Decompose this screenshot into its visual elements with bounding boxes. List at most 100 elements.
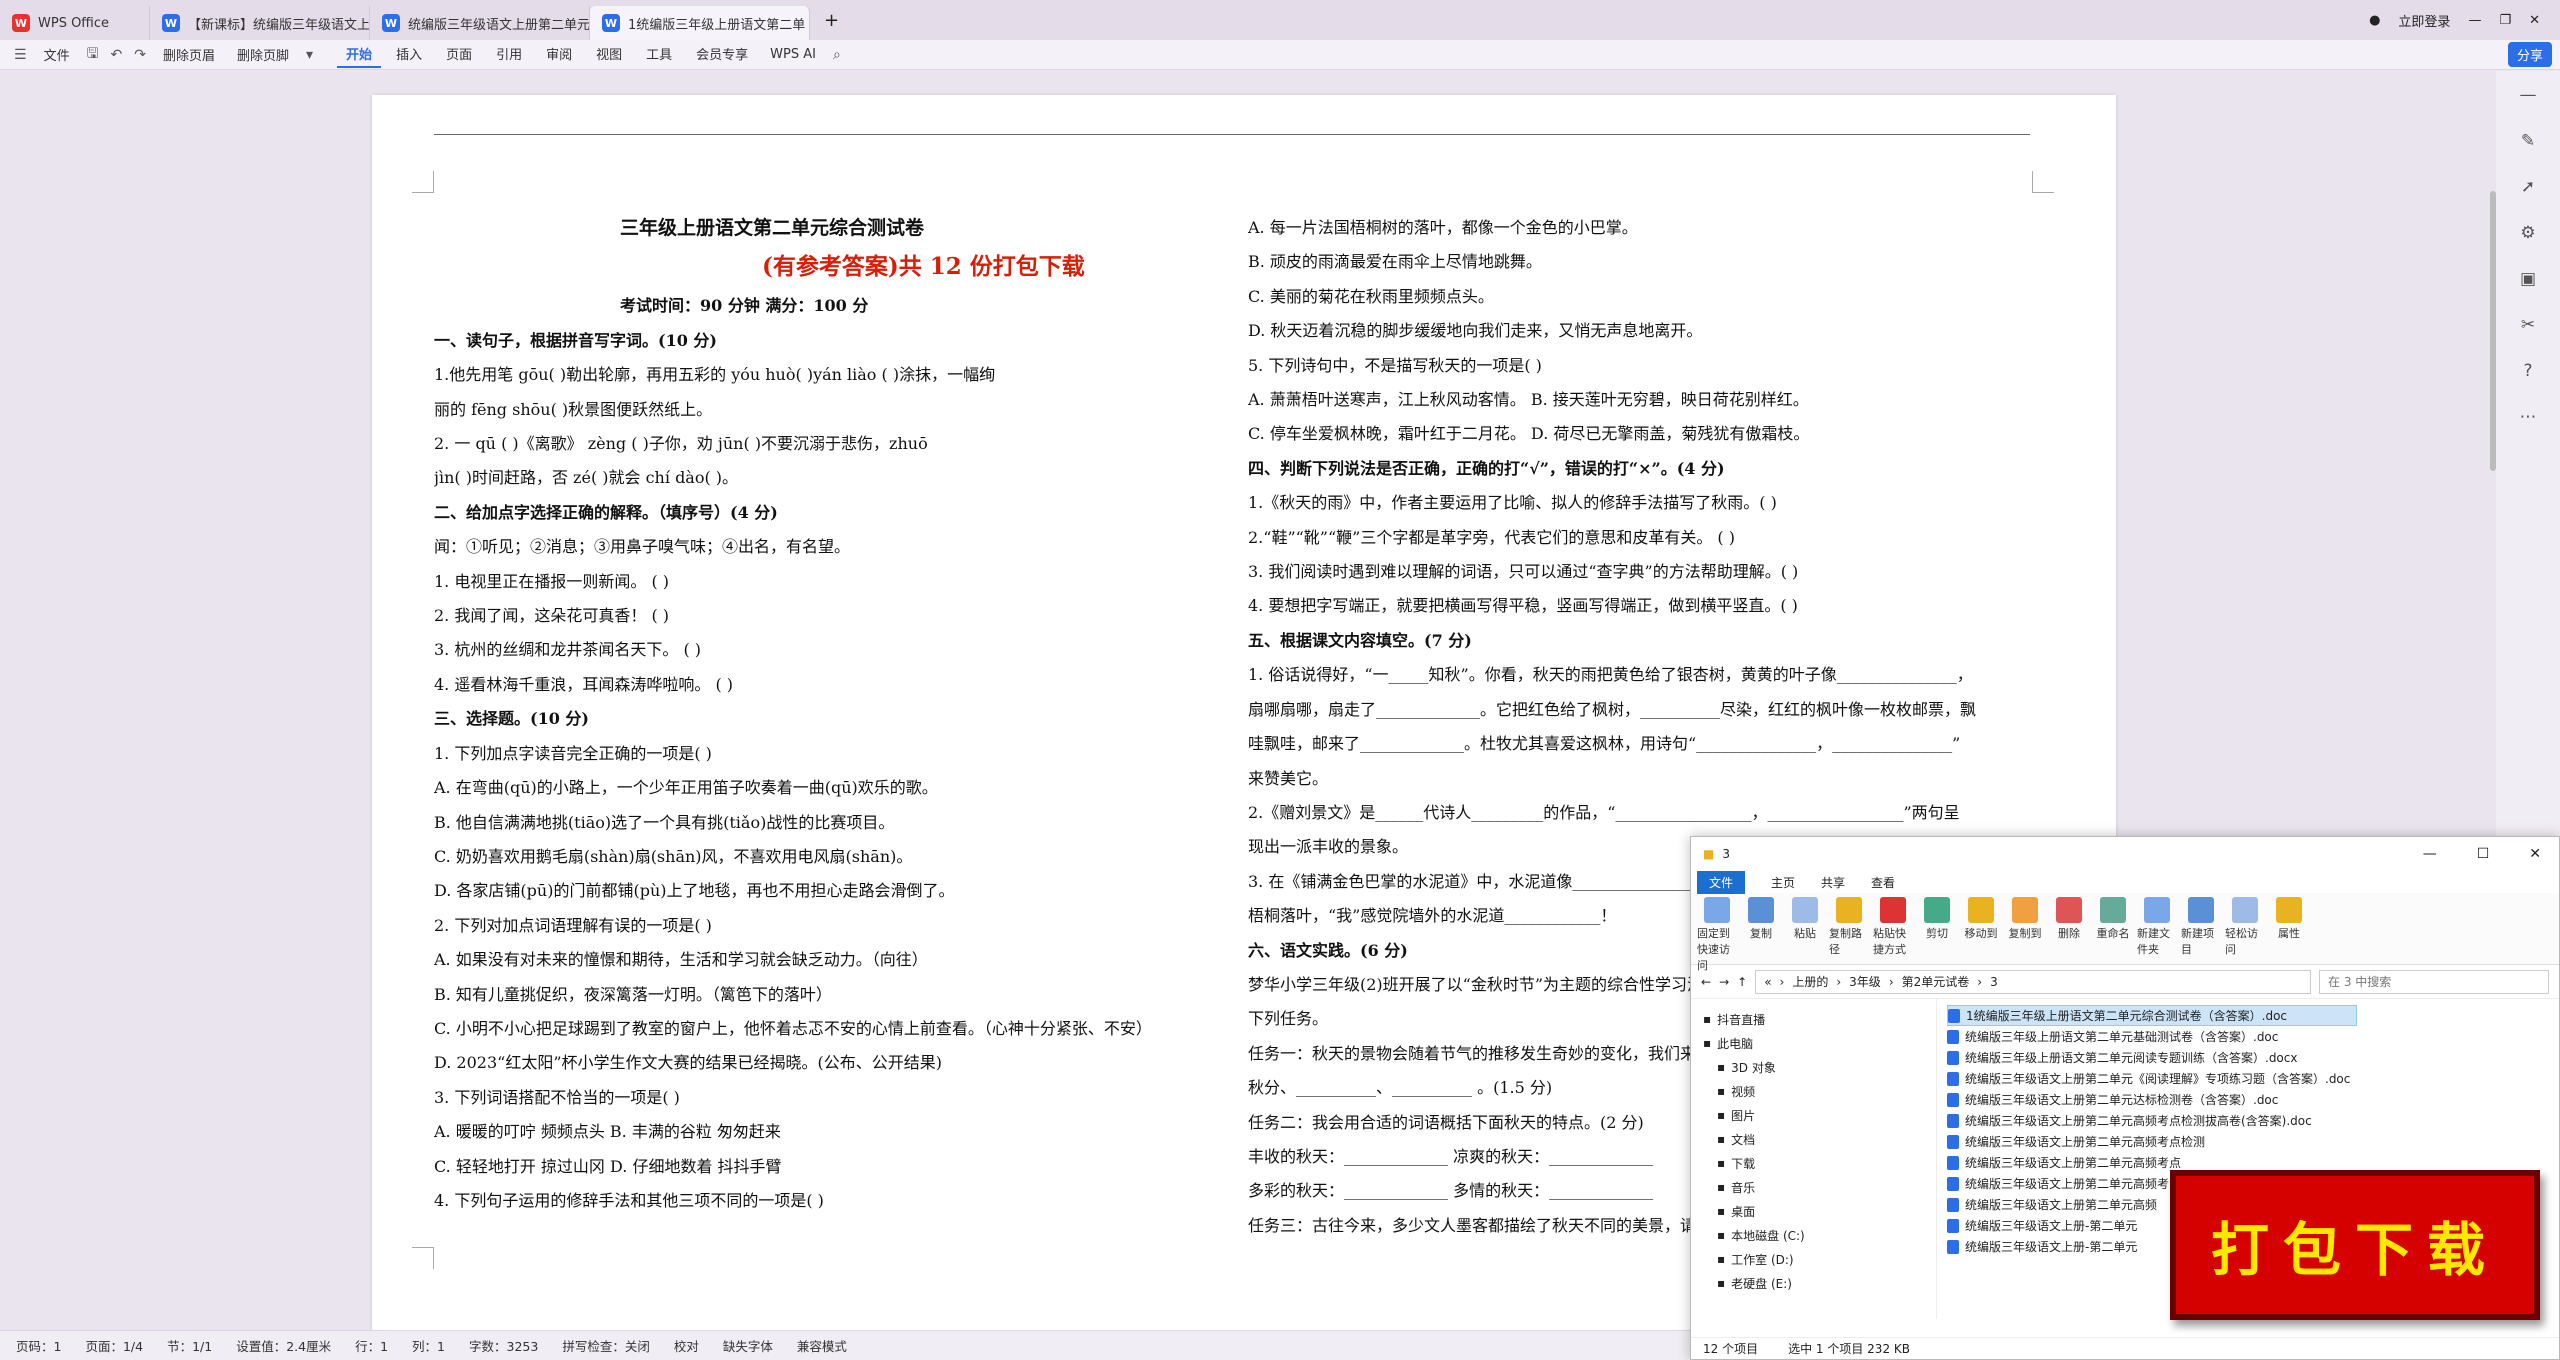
- tab-3[interactable]: W1统编版三年级上册语文第二单✕: [590, 6, 810, 40]
- maximize-button[interactable]: ☐: [2477, 846, 2490, 862]
- file-item[interactable]: 统编版三年级上册语文第二单元阅读专题训练（含答案）.docx: [1947, 1047, 2559, 1068]
- ribbon-12[interactable]: 轻松访问: [2225, 897, 2265, 957]
- nav-item[interactable]: ▪ 抖音直播: [1703, 1007, 1936, 1031]
- menu-3[interactable]: 引用: [487, 41, 531, 68]
- nav-item[interactable]: ▪ 下载: [1703, 1151, 1936, 1175]
- more-icon[interactable]: ⋯: [2520, 407, 2537, 427]
- file-menu[interactable]: 文件: [35, 42, 79, 67]
- menu-7[interactable]: 会员专享: [687, 41, 757, 68]
- layout-icon[interactable]: ▣: [2520, 269, 2536, 289]
- menu-5[interactable]: 视图: [587, 41, 631, 68]
- status-words[interactable]: 字数：3253: [469, 1336, 538, 1355]
- doc-line: 3. 我们阅读时遇到难以理解的词语，只可以通过“查字典”的方法帮助理解。( ): [1248, 562, 1799, 582]
- tab-1[interactable]: W【新课标】统编版三年级语文上册第二✕: [150, 6, 370, 40]
- ribbon-1[interactable]: 复制: [1741, 897, 1781, 941]
- forward-icon[interactable]: →: [1719, 975, 1729, 989]
- nav-item[interactable]: ▪ 文档: [1703, 1127, 1936, 1151]
- doc-file-icon: [1947, 1071, 1959, 1086]
- file-item[interactable]: 统编版三年级语文上册第二单元《阅读理解》专项练习题（含答案）.doc: [1947, 1068, 2559, 1089]
- file-item[interactable]: 统编版三年级语文上册第二单元达标检测卷（含答案）.doc: [1947, 1089, 2559, 1110]
- status-pages[interactable]: 页面：1/4: [85, 1336, 143, 1355]
- path-segment[interactable]: 上册的: [1792, 973, 1828, 990]
- nav-item[interactable]: ▪ 老硬盘 (E:): [1703, 1271, 1936, 1295]
- nav-item[interactable]: ▪ 音乐: [1703, 1175, 1936, 1199]
- new-tab-icon[interactable]: +: [810, 10, 853, 31]
- search-box[interactable]: 在 3 中搜索: [2319, 969, 2549, 994]
- redo-icon[interactable]: ↷: [130, 47, 150, 63]
- path-segment[interactable]: 3: [1990, 975, 1998, 989]
- nav-item[interactable]: ▪ 工作室 (D:): [1703, 1247, 1936, 1271]
- undo-icon[interactable]: ↶: [107, 47, 127, 63]
- explorer-menu-1[interactable]: 主页: [1771, 874, 1795, 891]
- more-tools-icon[interactable]: ▾: [302, 47, 317, 63]
- ribbon-3[interactable]: 复制路径: [1829, 897, 1869, 957]
- settings-icon[interactable]: ⚙: [2520, 223, 2535, 243]
- tools-icon[interactable]: ✂: [2521, 315, 2535, 335]
- menu-4[interactable]: 审阅: [537, 41, 581, 68]
- explorer-menu-3[interactable]: 查看: [1871, 874, 1895, 891]
- search-icon[interactable]: ⌕: [829, 47, 845, 63]
- tab-2[interactable]: W统编版三年级语文上册第二单元质量✕: [370, 6, 590, 40]
- status-font[interactable]: 缺失字体: [723, 1336, 773, 1355]
- nav-icon: ▪: [1717, 1204, 1726, 1218]
- tab-bar: W WPS Office W 【新课标】统编版三年级语文上册第二 ✕ W 统编版三年级语文上…: [0, 0, 2560, 40]
- explorer-menu-2[interactable]: 共享: [1821, 874, 1845, 891]
- back-icon[interactable]: ←: [1701, 975, 1711, 989]
- ribbon-icon: [2012, 897, 2038, 923]
- tab-0[interactable]: W WPS Office: [0, 6, 150, 40]
- nav-item[interactable]: ▪ 视频: [1703, 1079, 1936, 1103]
- menu-0[interactable]: 开始: [337, 41, 382, 68]
- avatar[interactable]: ●: [2369, 13, 2380, 28]
- save-icon[interactable]: 🖫: [83, 43, 103, 67]
- file-item[interactable]: 统编版三年级上册语文第二单元基础测试卷（含答案）.doc: [1947, 1026, 2559, 1047]
- close-button[interactable]: ✕: [2529, 846, 2541, 862]
- ribbon-10[interactable]: 新建文件夹: [2137, 897, 2177, 957]
- ribbon-2[interactable]: 粘贴: [1785, 897, 1825, 941]
- menu-1[interactable]: 插入: [387, 41, 431, 68]
- close-icon[interactable]: ✕: [2529, 13, 2540, 28]
- wps-ai-button[interactable]: WPS AI: [761, 44, 825, 65]
- ribbon-13[interactable]: 属性: [2269, 897, 2309, 941]
- ribbon-11[interactable]: 新建项目: [2181, 897, 2221, 957]
- login-link[interactable]: 立即登录: [2398, 11, 2450, 30]
- up-icon[interactable]: ↑: [1737, 975, 1747, 989]
- file-item[interactable]: 统编版三年级语文上册第二单元高频考点检测拔高卷(含答案).doc: [1947, 1110, 2559, 1131]
- minimize-icon[interactable]: —: [2468, 13, 2481, 28]
- menu-6[interactable]: 工具: [637, 41, 681, 68]
- margin-corner: [412, 171, 434, 193]
- nav-item[interactable]: ▪ 图片: [1703, 1103, 1936, 1127]
- restore-icon[interactable]: ❐: [2499, 13, 2511, 28]
- ribbon-6[interactable]: 移动到: [1961, 897, 2001, 941]
- path-segment[interactable]: 第2单元试卷: [1902, 973, 1970, 990]
- nav-item[interactable]: ▪ 本地磁盘 (C:): [1703, 1223, 1936, 1247]
- path-segment[interactable]: 3年级: [1849, 973, 1881, 990]
- ribbon-5[interactable]: 剪切: [1917, 897, 1957, 941]
- minimize-button[interactable]: —: [2423, 846, 2437, 862]
- status-proof[interactable]: 校对: [674, 1336, 699, 1355]
- pointer-icon[interactable]: ➚: [2521, 177, 2535, 197]
- ribbon-7[interactable]: 复制到: [2005, 897, 2045, 941]
- explorer-menu-0[interactable]: 文件: [1697, 870, 1746, 894]
- nav-item[interactable]: ▪ 此电脑: [1703, 1031, 1936, 1055]
- share-button[interactable]: 分享: [2507, 42, 2552, 67]
- file-item[interactable]: 1统编版三年级上册语文第二单元综合测试卷（含答案）.doc: [1947, 1005, 2357, 1026]
- help-icon[interactable]: ?: [2523, 361, 2532, 381]
- nav-label: 桌面: [1731, 1204, 1756, 1219]
- ribbon-4[interactable]: 粘贴快捷方式: [1873, 897, 1913, 957]
- menu-icon[interactable]: ☰: [10, 47, 31, 63]
- status-compat: 兼容模式: [796, 1339, 847, 1354]
- delete-header-button[interactable]: 删除页眉: [154, 42, 224, 67]
- minus-icon[interactable]: —: [2520, 85, 2537, 105]
- ribbon-9[interactable]: 重命名: [2093, 897, 2133, 941]
- pen-icon[interactable]: ✎: [2521, 131, 2535, 151]
- address-bar[interactable]: « › 上册的 › 3年级 › 第2单元试卷 › 3: [1755, 969, 2311, 994]
- nav-item[interactable]: ▪ 3D 对象: [1703, 1055, 1936, 1079]
- ribbon-8[interactable]: 删除: [2049, 897, 2089, 941]
- menu-2[interactable]: 页面: [437, 41, 481, 68]
- status-spell[interactable]: 拼写检查：关闭: [562, 1336, 650, 1355]
- delete-footer-button[interactable]: 删除页脚: [228, 42, 298, 67]
- nav-item[interactable]: ▪ 桌面: [1703, 1199, 1936, 1223]
- file-item[interactable]: 统编版三年级语文上册第二单元高频考点检测: [1947, 1131, 2559, 1152]
- ribbon-0[interactable]: 固定到快速访问: [1697, 897, 1737, 973]
- path-segment[interactable]: «: [1764, 975, 1771, 989]
